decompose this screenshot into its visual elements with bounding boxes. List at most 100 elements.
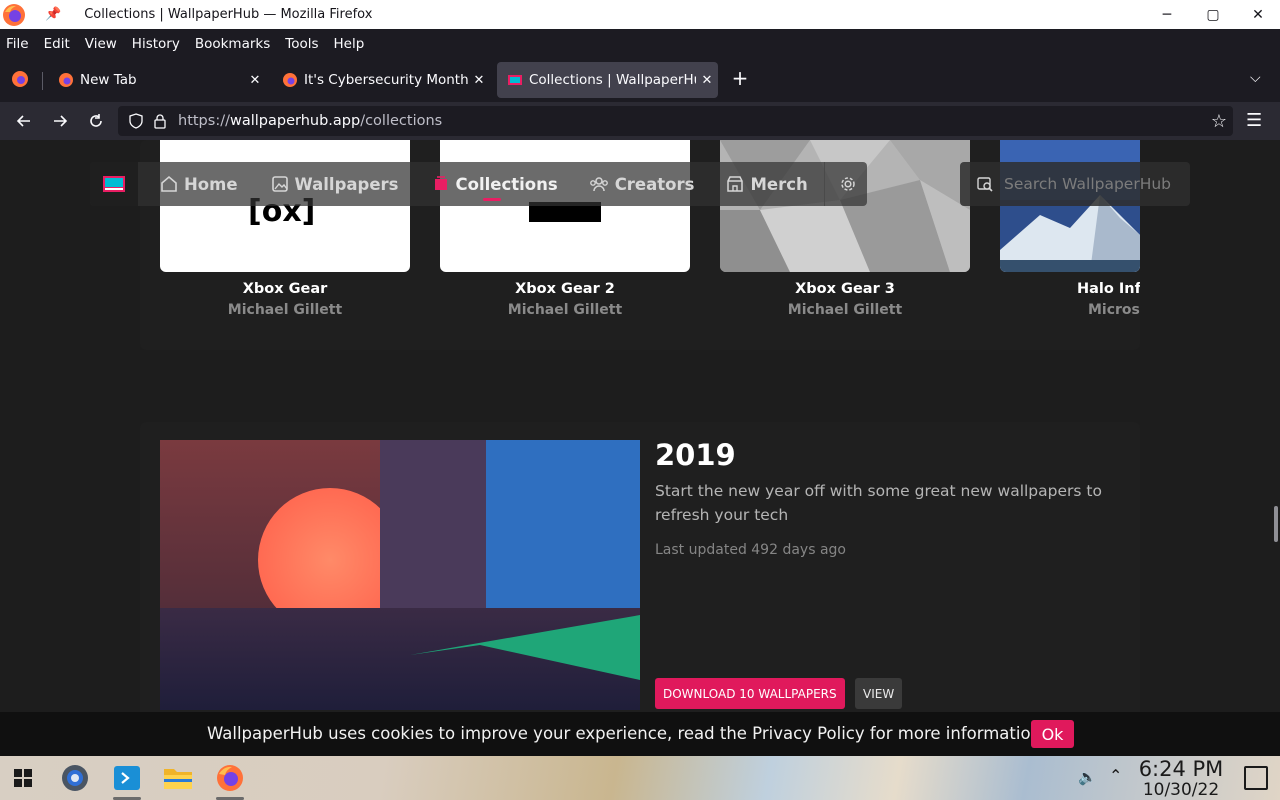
home-icon xyxy=(161,175,177,192)
card-author[interactable]: Michael Gillett xyxy=(720,302,970,318)
card-author[interactable]: Michael Gillett xyxy=(160,302,410,318)
collection-updated: Last updated 492 days ago xyxy=(655,542,846,558)
volume-icon[interactable]: 🔈 xyxy=(1078,768,1097,786)
forward-button[interactable] xyxy=(46,108,74,134)
nav-collections[interactable]: Collections xyxy=(432,162,558,206)
menu-history[interactable]: History xyxy=(132,36,180,52)
card-author[interactable]: Micros xyxy=(1000,302,1140,318)
card-title[interactable]: Xbox Gear 3 xyxy=(720,281,970,297)
menu-help[interactable]: Help xyxy=(334,36,365,52)
menu-tools[interactable]: Tools xyxy=(285,36,318,52)
collection-description: Start the new year off with some great n… xyxy=(655,482,1102,524)
url-path: /collections xyxy=(360,113,443,129)
remote-desktop-icon xyxy=(114,766,140,790)
wallpaper-card-image[interactable] xyxy=(1000,140,1140,272)
start-button[interactable] xyxy=(6,761,40,795)
store-icon xyxy=(727,176,744,192)
image-icon xyxy=(271,176,288,192)
address-bar[interactable]: https://wallpaperhub.app/collections ☆ xyxy=(118,106,1233,136)
menu-edit[interactable]: Edit xyxy=(44,36,70,52)
url-text[interactable]: https://wallpaperhub.app/collections xyxy=(178,113,442,129)
card-title[interactable]: Xbox Gear 2 xyxy=(440,281,690,297)
app-menu-icon[interactable]: ☰ xyxy=(1246,110,1262,131)
close-window-button[interactable]: ✕ xyxy=(1235,0,1280,29)
nav-creators-label: Creators xyxy=(614,174,695,194)
lock-icon[interactable] xyxy=(152,113,168,129)
collection-2019-image[interactable] xyxy=(160,440,640,710)
card-title[interactable]: Xbox Gear xyxy=(160,281,410,297)
nav-wallpapers[interactable]: Wallpapers xyxy=(271,162,399,206)
new-tab-button[interactable]: + xyxy=(728,66,752,94)
firefox-view-icon[interactable] xyxy=(11,70,29,88)
taskbar-file-explorer[interactable] xyxy=(161,761,195,795)
menu-bar: File Edit View History Bookmarks Tools H… xyxy=(0,29,1280,58)
creators-icon xyxy=(589,177,608,192)
taskbar-remote-app[interactable] xyxy=(110,761,144,795)
url-scheme: https:// xyxy=(178,113,230,129)
site-search-input[interactable]: Search WallpaperHub xyxy=(960,162,1190,206)
folder-icon xyxy=(164,769,192,789)
list-all-tabs-icon[interactable]: ⌵ xyxy=(1250,70,1261,86)
wallpaperhub-logo[interactable] xyxy=(90,162,138,206)
taskbar: 🔈 ⌃ 6:24 PM 10/30/22 xyxy=(0,756,1280,800)
wallpaper-card-image[interactable] xyxy=(720,140,970,272)
wallpaper-card-image[interactable]: [ox] xyxy=(160,140,410,272)
system-tray-chevron-icon[interactable]: ⌃ xyxy=(1109,766,1122,785)
view-collection-button[interactable]: VIEW xyxy=(855,678,903,709)
taskbar-settings-app[interactable] xyxy=(58,761,92,795)
page-scrollbar-thumb[interactable] xyxy=(1274,506,1278,542)
arrow-left-icon xyxy=(16,115,30,127)
collections-icon xyxy=(434,176,447,190)
web-page: [ox] Xbox Gear Michael Gillett Xbox Gear… xyxy=(0,140,1280,756)
nav-home-label: Home xyxy=(184,174,238,194)
download-wallpapers-button[interactable]: DOWNLOAD 10 WALLPAPERS xyxy=(655,678,845,709)
collection-title[interactable]: 2019 xyxy=(655,438,736,472)
cookie-banner: WallpaperHub uses cookies to improve you… xyxy=(0,712,1280,756)
maximize-button[interactable]: ▢ xyxy=(1190,0,1236,29)
nav-creators[interactable]: Creators xyxy=(589,162,695,206)
clock-time: 6:24 PM xyxy=(1138,757,1224,781)
tab-collections[interactable]: Collections | WallpaperHub ✕ xyxy=(497,62,718,98)
reload-button[interactable] xyxy=(82,108,110,134)
cookie-ok-button[interactable]: Ok xyxy=(1031,720,1074,748)
pin-icon[interactable]: 📌 xyxy=(45,7,61,22)
settings-button[interactable] xyxy=(823,162,863,206)
card-author[interactable]: Michael Gillett xyxy=(440,302,690,318)
taskbar-firefox[interactable] xyxy=(213,761,247,795)
settings-app-icon xyxy=(62,765,88,791)
bookmark-star-icon[interactable]: ☆ xyxy=(1211,111,1227,132)
tracking-protection-shield-icon[interactable] xyxy=(128,113,144,129)
tab-bar: New Tab ✕ It's Cybersecurity Month — ✕ C… xyxy=(0,58,1280,102)
tab-close-icon[interactable]: ✕ xyxy=(468,73,490,88)
window-title: Collections | WallpaperHub — Mozilla Fir… xyxy=(84,7,373,22)
search-placeholder: Search WallpaperHub xyxy=(1004,175,1172,193)
firefox-favicon-icon xyxy=(59,73,73,87)
tab-close-icon[interactable]: ✕ xyxy=(244,73,266,88)
firefox-icon xyxy=(217,765,243,791)
back-button[interactable] xyxy=(10,108,38,134)
nav-merch[interactable]: Merch xyxy=(726,162,808,206)
card-title[interactable]: Halo Infi xyxy=(1000,281,1140,297)
nav-collections-label: Collections xyxy=(455,174,558,194)
url-host: wallpaperhub.app xyxy=(229,113,361,129)
taskbar-clock[interactable]: 6:24 PM 10/30/22 xyxy=(1133,758,1229,800)
nav-merch-label: Merch xyxy=(750,174,808,194)
gear-icon xyxy=(840,177,855,191)
menu-view[interactable]: View xyxy=(85,36,117,52)
menu-bookmarks[interactable]: Bookmarks xyxy=(195,36,270,52)
tab-new-tab[interactable]: New Tab ✕ xyxy=(48,62,266,98)
active-indicator xyxy=(482,198,501,201)
minimize-button[interactable]: ─ xyxy=(1144,0,1190,29)
notification-center-icon[interactable] xyxy=(1244,766,1268,790)
tab-cybersecurity[interactable]: It's Cybersecurity Month — ✕ xyxy=(272,62,490,98)
clock-date: 10/30/22 xyxy=(1142,780,1220,800)
tab-separator xyxy=(42,72,43,90)
nav-home[interactable]: Home xyxy=(160,162,238,206)
tab-close-icon[interactable]: ✕ xyxy=(696,73,718,88)
wallpaperhub-favicon-icon xyxy=(508,75,522,85)
navigation-toolbar: https://wallpaperhub.app/collections ☆ xyxy=(0,102,1280,140)
wallpaper-card-image[interactable] xyxy=(440,140,690,272)
site-navigation: Home Wallpapers Collections Creators Mer… xyxy=(90,162,867,206)
menu-file[interactable]: File xyxy=(6,36,29,52)
card-image-geometric xyxy=(720,140,970,272)
